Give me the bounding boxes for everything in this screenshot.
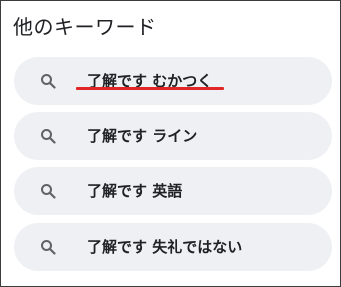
search-icon <box>41 129 56 144</box>
panel-title: 他のキーワード <box>13 15 157 39</box>
highlight-underline <box>76 87 224 90</box>
suggestion-label: 了解です 英語 <box>87 182 183 200</box>
search-icon <box>41 184 56 199</box>
suggestion-label: 了解です 失礼ではない <box>87 238 243 256</box>
related-keywords-panel: 他のキーワード 了解です むかつく 了解です ライン 了解です 英語 了解です … <box>0 0 341 287</box>
suggestion-chip-1[interactable]: 了解です むかつく <box>14 57 332 105</box>
search-icon <box>41 74 56 89</box>
suggestion-label: 了解です ライン <box>87 127 198 145</box>
suggestion-chip-4[interactable]: 了解です 失礼ではない <box>14 223 332 271</box>
suggestion-chip-3[interactable]: 了解です 英語 <box>14 167 332 215</box>
suggestion-chip-2[interactable]: 了解です ライン <box>14 112 332 160</box>
search-icon <box>41 240 56 255</box>
